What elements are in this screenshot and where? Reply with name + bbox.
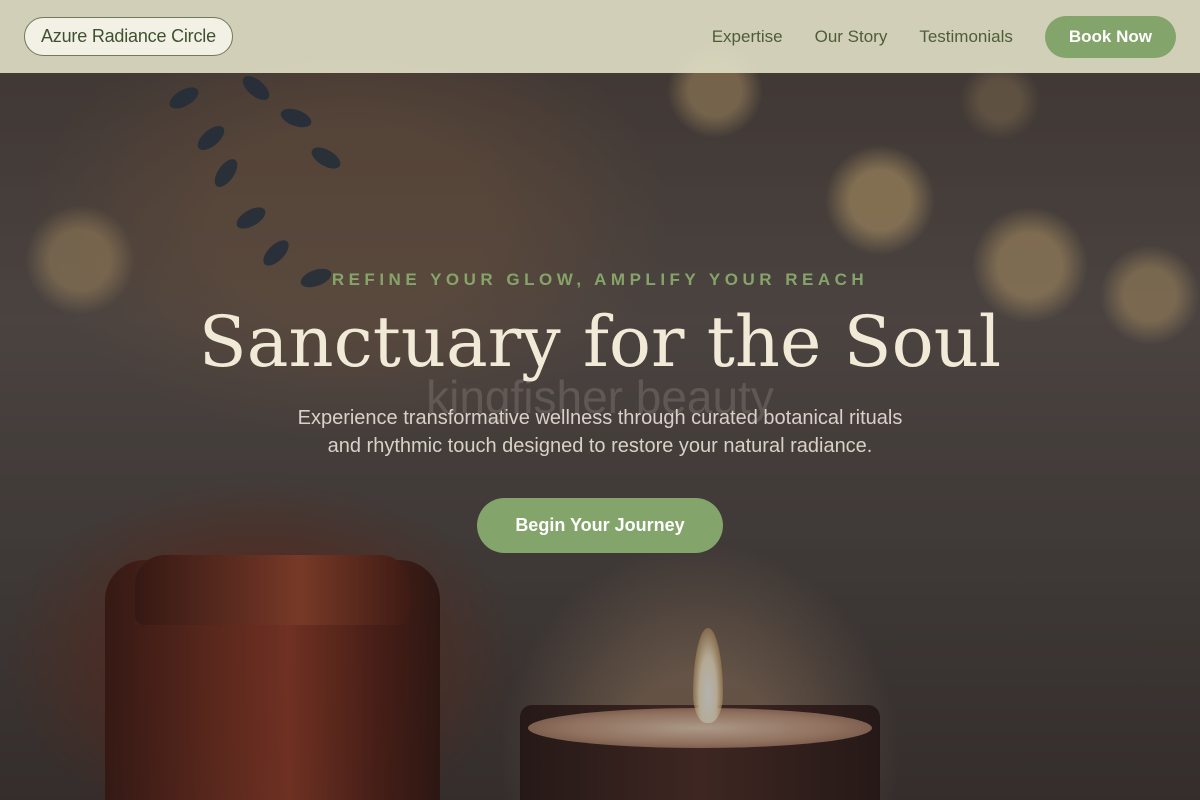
hero-subtitle-line-2: and rhythmic touch designed to restore y… (327, 434, 873, 457)
page: Azure Radiance Circle Expertise Our Stor… (0, 0, 1200, 800)
hero-section: REFINE YOUR GLOW, AMPLIFY YOUR REACH San… (0, 270, 1200, 553)
nav-link-testimonials[interactable]: Testimonials (919, 27, 1013, 47)
book-now-button[interactable]: Book Now (1044, 15, 1176, 58)
nav-link-our-story[interactable]: Our Story (815, 27, 888, 47)
site-header: Azure Radiance Circle Expertise Our Stor… (0, 0, 1200, 73)
begin-journey-button[interactable]: Begin Your Journey (477, 497, 723, 553)
main-nav: Expertise Our Story Testimonials Book No… (712, 15, 1176, 58)
hero-subtitle-line-1: Experience transformative wellness throu… (297, 406, 903, 429)
hero-title: Sanctuary for the Soul (198, 301, 1002, 383)
hero-eyebrow: REFINE YOUR GLOW, AMPLIFY YOUR REACH (331, 270, 869, 289)
brand-logo[interactable]: Azure Radiance Circle (24, 17, 233, 56)
nav-link-expertise[interactable]: Expertise (712, 27, 783, 47)
hero-subtitle: Experience transformative wellness throu… (260, 404, 940, 460)
